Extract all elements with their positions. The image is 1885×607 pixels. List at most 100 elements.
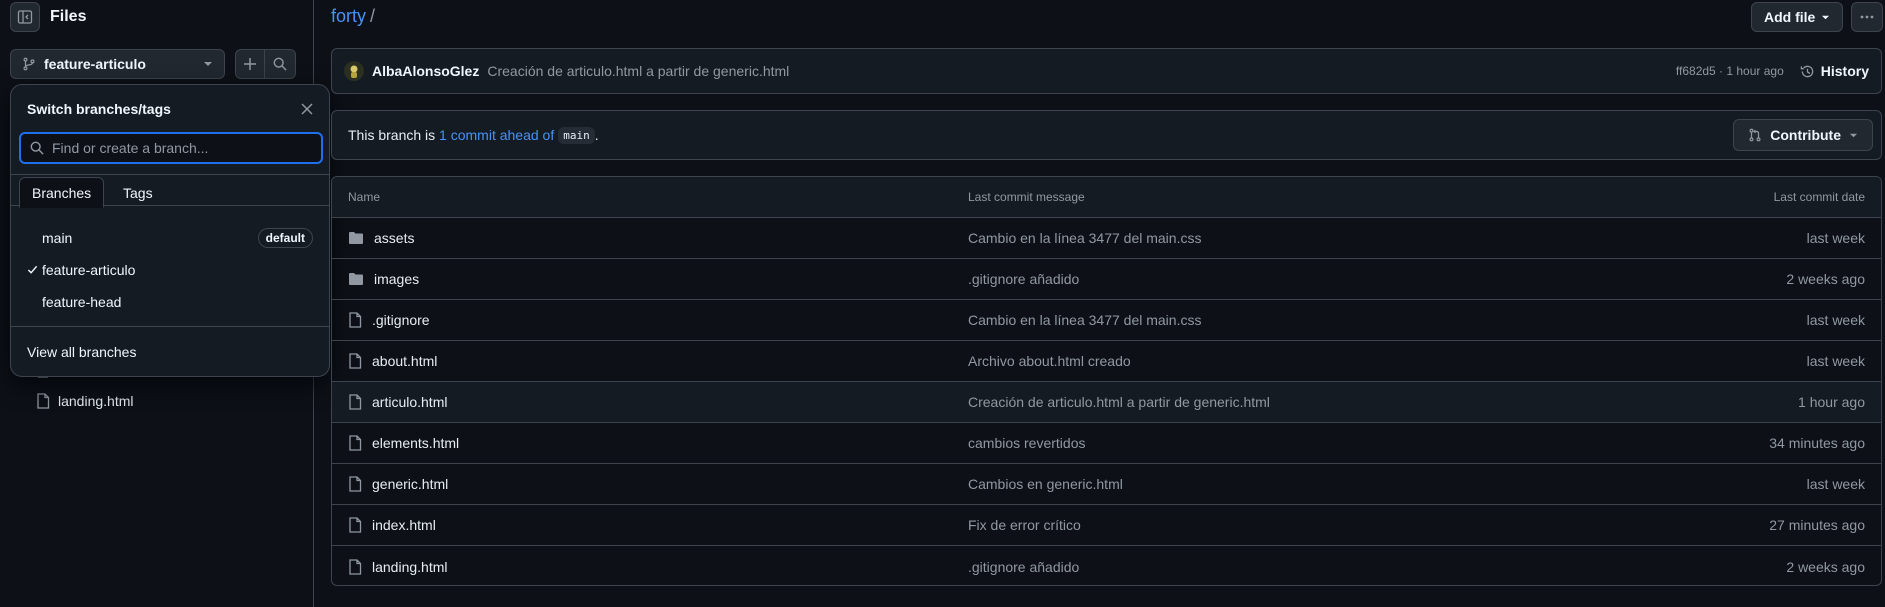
row-message[interactable]: Creación de articulo.html a partir de ge…: [968, 394, 1270, 410]
row-name-label: landing.html: [372, 558, 448, 575]
table-header: Name Last commit message Last commit dat…: [332, 177, 1881, 218]
history-icon: [1800, 65, 1814, 77]
branch-status-bar: This branch is 1 commit ahead of main. Co…: [331, 110, 1882, 160]
user-avatar-icon: [350, 65, 358, 78]
file-table: Name Last commit message Last commit dat…: [331, 176, 1882, 586]
breadcrumb-separator: /: [370, 6, 376, 26]
add-file-label: Add file: [1764, 9, 1816, 25]
row-message[interactable]: cambios revertidos: [968, 435, 1086, 451]
file-tree-item-landing[interactable]: landing.html: [36, 393, 134, 409]
branch-list: main default feature-articulo feature-he…: [11, 222, 329, 318]
avatar[interactable]: [344, 61, 364, 81]
row-date: 2 weeks ago: [1786, 558, 1865, 575]
branch-item-feature-head[interactable]: feature-head: [11, 286, 329, 318]
header-name: Name: [348, 190, 381, 204]
header-date: Last commit date: [1773, 190, 1865, 204]
table-row[interactable]: assets Cambio en la línea 3477 del main.…: [332, 218, 1881, 259]
row-name[interactable]: landing.html: [348, 559, 448, 575]
commit-message[interactable]: Creación de articulo.html a partir de ge…: [487, 63, 789, 79]
row-message[interactable]: .gitignore añadido: [968, 271, 1079, 287]
header-message: Last commit message: [968, 190, 1085, 204]
default-badge: default: [257, 228, 313, 248]
search-icon: [30, 141, 44, 155]
table-row[interactable]: images .gitignore añadido 2 weeks ago: [332, 259, 1881, 300]
branch-name: feature-articulo: [42, 262, 136, 278]
repo-link[interactable]: forty: [331, 6, 366, 26]
branch-name: main: [42, 230, 73, 246]
add-file-sidebar-button[interactable]: [235, 49, 265, 79]
branch-status-prefix: This branch is: [348, 127, 436, 143]
branch-search-field: [19, 132, 323, 164]
row-date: last week: [1806, 312, 1865, 328]
row-name[interactable]: articulo.html: [348, 394, 447, 410]
tab-tags[interactable]: Tags: [111, 177, 165, 208]
row-name[interactable]: index.html: [348, 517, 436, 533]
commit-hash-time[interactable]: ff682d5 · 1 hour ago: [1676, 64, 1784, 78]
tab-branches[interactable]: Branches: [19, 177, 105, 208]
branch-switcher-popover: Switch branches/tags Branches Tags main …: [10, 84, 330, 377]
commit-author[interactable]: AlbaAlonsoGlez: [372, 63, 479, 79]
row-message[interactable]: Cambio en la línea 3477 del main.css: [968, 230, 1201, 246]
row-name-label: articulo.html: [372, 394, 448, 410]
row-name-label: generic.html: [372, 476, 449, 492]
current-branch-label: feature-articulo: [44, 56, 146, 72]
history-link[interactable]: History: [1800, 63, 1869, 79]
row-name[interactable]: .gitignore: [348, 312, 430, 328]
row-name-label: about.html: [372, 353, 438, 369]
caret-down-icon: [1849, 133, 1858, 137]
row-date: last week: [1806, 476, 1865, 492]
sidebar-title: Files: [50, 8, 87, 25]
caret-down-icon: [204, 62, 212, 66]
table-row[interactable]: elements.html cambios revertidos 34 minu…: [332, 423, 1881, 464]
contribute-button[interactable]: Contribute: [1733, 119, 1873, 151]
row-name[interactable]: images: [348, 271, 419, 287]
row-date: 2 weeks ago: [1786, 271, 1865, 287]
row-date: 1 hour ago: [1798, 394, 1865, 410]
branch-search-input[interactable]: [52, 140, 302, 156]
row-message[interactable]: Fix de error crítico: [968, 517, 1081, 533]
row-message[interactable]: .gitignore añadido: [968, 559, 1079, 575]
row-name[interactable]: about.html: [348, 353, 437, 369]
row-name[interactable]: generic.html: [348, 476, 448, 492]
row-name-label: assets: [374, 230, 415, 246]
branch-item-feature-articulo[interactable]: feature-articulo: [11, 254, 329, 286]
row-name[interactable]: elements.html: [348, 435, 459, 451]
caret-down-icon: [1822, 15, 1830, 19]
table-row[interactable]: articulo.html Creación de articulo.html …: [332, 382, 1881, 423]
table-row[interactable]: .gitignore Cambio en la línea 3477 del m…: [332, 300, 1881, 341]
collapse-sidebar-button[interactable]: [10, 2, 40, 32]
file-icon: [349, 312, 362, 328]
popover-divider: [11, 326, 329, 327]
search-files-button[interactable]: [264, 49, 296, 79]
row-date: last week: [1806, 230, 1865, 246]
table-row[interactable]: generic.html Cambios en generic.html las…: [332, 464, 1881, 505]
table-row[interactable]: about.html Archivo about.html creado las…: [332, 341, 1881, 382]
add-file-button[interactable]: Add file: [1751, 2, 1844, 32]
file-icon: [349, 353, 362, 369]
file-icon: [349, 558, 362, 575]
file-icon: [349, 517, 362, 533]
pull-request-icon: [1749, 128, 1761, 142]
row-date: 34 minutes ago: [1769, 435, 1865, 451]
table-row[interactable]: landing.html .gitignore añadido 2 weeks …: [332, 546, 1881, 585]
row-message[interactable]: Cambio en la línea 3477 del main.css: [968, 312, 1201, 328]
row-message[interactable]: Archivo about.html creado: [968, 353, 1131, 369]
row-name-label: elements.html: [372, 435, 460, 451]
file-icon: [349, 435, 362, 451]
close-popover-button[interactable]: [295, 97, 319, 121]
folder-icon: [349, 273, 363, 285]
row-date: last week: [1806, 353, 1865, 369]
view-all-branches-link[interactable]: View all branches: [27, 344, 136, 360]
branch-item-main[interactable]: main default: [11, 222, 329, 254]
more-options-button[interactable]: [1851, 2, 1883, 32]
commits-ahead-link[interactable]: 1 commit ahead of: [439, 127, 554, 143]
table-row[interactable]: index.html Fix de error crítico 27 minut…: [332, 505, 1881, 546]
row-message[interactable]: Cambios en generic.html: [968, 476, 1123, 492]
branch-selector-button[interactable]: feature-articulo: [10, 49, 225, 79]
branch-name: feature-head: [42, 294, 122, 310]
breadcrumb: forty /: [331, 6, 375, 27]
check-icon: [27, 265, 38, 274]
row-name[interactable]: assets: [348, 230, 414, 246]
base-branch-code: main: [558, 126, 595, 144]
file-tree-item-label: landing.html: [58, 393, 134, 409]
